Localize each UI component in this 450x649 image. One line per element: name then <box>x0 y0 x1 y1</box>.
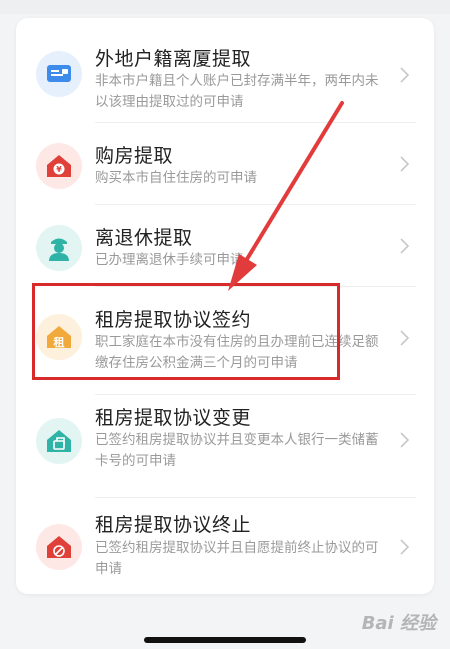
red-arrow-annotation <box>228 101 344 291</box>
watermark: Bai 经验 <box>361 613 436 634</box>
home-indicator[interactable] <box>144 637 306 643</box>
